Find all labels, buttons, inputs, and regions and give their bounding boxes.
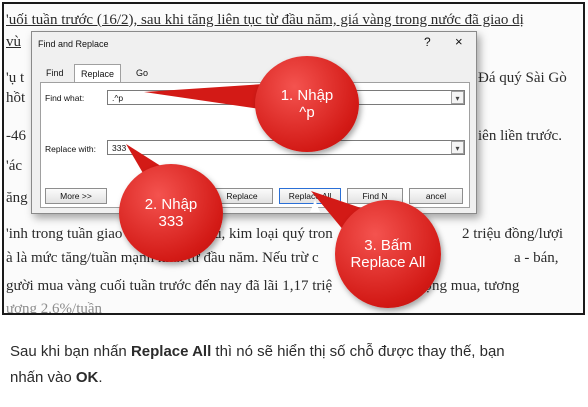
doc-line: 'inh trong tuần giao — [6, 226, 123, 242]
doc-line: 'uối tuần trước (16/2), sau khi tăng liê… — [6, 12, 524, 28]
find-what-label: Find what: — [45, 93, 85, 103]
doc-line: hồt — [6, 90, 26, 106]
doc-line: 'ụ t — [6, 70, 25, 86]
doc-line: 2 triệu đồng/lượi — [462, 226, 564, 242]
doc-line: iên liền trước. — [478, 128, 562, 144]
callout-step-2: 2. Nhập 333 — [119, 164, 223, 262]
doc-line: 'ác — [6, 158, 23, 174]
doc-line: gười mua vàng cuối tuần trước đến nay đã… — [6, 278, 333, 294]
caption-text: . — [98, 369, 103, 386]
more-button[interactable]: More >> — [45, 188, 107, 204]
callout-step-3-line-1: 3. Bấm — [364, 237, 412, 254]
doc-line: -46 — [6, 128, 26, 144]
tab-replace[interactable]: Replace — [74, 64, 122, 83]
callout-step-2-line-1: 2. Nhập — [144, 196, 198, 213]
screenshot-frame: 'uối tuần trước (16/2), sau khi tăng liê… — [2, 2, 585, 315]
callout-step-3-line-2: Replace All — [350, 254, 426, 271]
tab-find[interactable]: Find — [40, 66, 70, 81]
callout-step-1: 1. Nhập ^p — [255, 56, 359, 152]
caption-text: thì nó sẽ hiển thị số chỗ được thay thế,… — [211, 343, 505, 360]
caption-text: nhấn vào — [10, 369, 76, 386]
callout-step-1-line-1: 1. Nhập — [280, 87, 334, 104]
help-icon[interactable]: ? — [424, 35, 431, 49]
caption-bold-replace-all: Replace All — [130, 343, 212, 360]
caption-text: Sau khi bạn nhấn — [10, 343, 131, 360]
replace-with-label: Replace with: — [45, 144, 97, 154]
doc-line: Đá quý Sài Gò — [478, 70, 567, 86]
chevron-down-icon[interactable]: ▾ — [451, 141, 464, 154]
doc-line: ương 2,6%/tuần — [6, 301, 103, 315]
mouse-cursor-icon — [310, 200, 320, 212]
dialog-title: Find and Replace — [38, 39, 109, 49]
caption-line-1: Sau khi bạn nhấn Replace All thì nó sẽ h… — [10, 343, 505, 360]
callout-step-2-line-2: 333 — [158, 213, 184, 230]
callout-step-3: 3. Bấm Replace All — [335, 200, 441, 308]
cancel-button[interactable]: ancel — [409, 188, 463, 204]
chevron-down-icon[interactable]: ▾ — [451, 91, 464, 104]
close-icon[interactable]: × — [455, 34, 463, 49]
caption-line-2: nhấn vào OK. — [10, 369, 103, 386]
caption-bold-ok: OK — [75, 369, 99, 386]
doc-line: a - bán, — [514, 250, 559, 266]
doc-line: vù — [6, 34, 21, 50]
doc-line: ăng — [6, 190, 28, 206]
callout-step-1-line-2: ^p — [299, 104, 315, 121]
